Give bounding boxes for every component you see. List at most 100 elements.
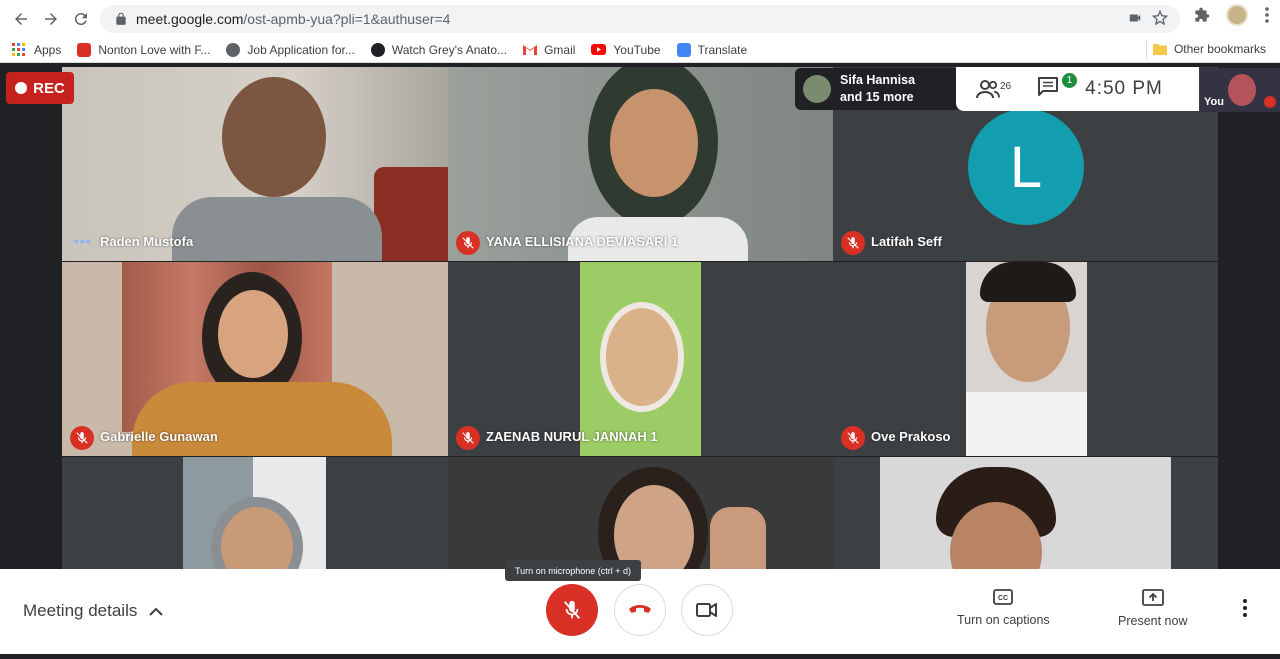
other-participants-chip[interactable]: Sifa Hannisa and 15 more	[795, 68, 960, 110]
gmail-icon	[523, 45, 538, 55]
participant-name: Raden Mustofa	[100, 234, 194, 249]
extensions-icon[interactable]	[1194, 7, 1210, 23]
other-bookmarks[interactable]: Other bookmarks	[1152, 42, 1266, 56]
participant-name: Gabrielle Gunawan	[100, 429, 218, 444]
avatar	[803, 75, 831, 103]
bookmark-separator	[1146, 41, 1147, 59]
translate-icon	[676, 42, 691, 57]
participant-video	[966, 262, 1087, 456]
lock-icon	[116, 12, 126, 25]
camera-toggle-button[interactable]	[681, 584, 733, 636]
chat-icon	[1038, 76, 1059, 96]
meeting-clock: 4:50 PM	[1085, 78, 1163, 99]
reload-button[interactable]	[66, 4, 96, 34]
mic-off-icon	[563, 600, 581, 619]
more-options-button[interactable]	[1242, 599, 1248, 622]
meeting-stage: ••• Raden Mustofa YANA ELLISIANA DEVIASA…	[0, 64, 1280, 569]
forward-button[interactable]	[36, 4, 66, 34]
kebab-menu-icon	[1243, 599, 1247, 617]
camera-icon	[696, 603, 717, 617]
mic-off-icon	[841, 231, 865, 255]
participant-body	[132, 382, 392, 456]
present-screen-icon	[1141, 589, 1164, 606]
people-button[interactable]: 26	[976, 79, 1011, 99]
participant-video	[222, 77, 326, 197]
chevron-up-icon	[149, 607, 164, 616]
mic-off-icon	[456, 426, 480, 450]
bookmark-greys-anatomy[interactable]: Watch Grey's Anato...	[370, 42, 507, 57]
participant-count: 26	[1000, 81, 1012, 92]
back-button[interactable]	[6, 4, 36, 34]
meeting-details-button[interactable]: Meeting details	[23, 601, 164, 621]
speaking-indicator: •••	[74, 233, 92, 249]
mic-off-icon	[70, 426, 94, 450]
participant-name: Latifah Seff	[871, 234, 942, 249]
mic-off-icon	[456, 231, 480, 255]
browser-toolbar: meet.google.com/ost-apmb-yua?pli=1&authu…	[0, 0, 1280, 37]
meeting-info-panel: 26 1 4:50 PM	[956, 67, 1199, 111]
participant-initial-avatar: L	[968, 109, 1084, 225]
self-label: You	[1204, 96, 1224, 108]
camera-in-use-icon[interactable]	[1128, 11, 1142, 25]
participant-face	[218, 290, 288, 378]
participant-name: Ove Prakoso	[871, 429, 951, 444]
participant-tile[interactable]: Gabrielle Gunawan	[62, 262, 448, 456]
participant-hair	[980, 262, 1076, 302]
chair	[374, 167, 448, 261]
url-path: /ost-apmb-yua?pli=1&authuser=4	[243, 11, 451, 27]
participant-face	[610, 89, 698, 197]
leave-call-button[interactable]	[614, 584, 666, 636]
participant-tile[interactable]: ZAENAB NURUL JANNAH 1	[448, 262, 833, 456]
self-video	[1228, 74, 1256, 106]
people-icon	[976, 80, 1000, 99]
self-view-tile[interactable]: You	[1200, 68, 1280, 112]
participant-tile[interactable]: ••• Raden Mustofa	[62, 67, 448, 261]
bookmark-translate[interactable]: Translate	[676, 42, 747, 57]
present-now-button[interactable]: Present now	[1118, 589, 1187, 628]
participant-tile[interactable]: YANA ELLISIANA DEVIASARI 1	[448, 67, 833, 261]
folder-icon	[1152, 44, 1167, 55]
participant-video	[580, 262, 701, 456]
globe-icon	[226, 42, 241, 57]
participant-face	[600, 302, 684, 412]
bookmark-youtube[interactable]: YouTube	[591, 43, 661, 57]
microphone-toggle-button[interactable]	[546, 584, 598, 636]
participant-tile[interactable]	[833, 457, 1218, 569]
mic-off-icon	[841, 426, 865, 450]
present-now-label: Present now	[1118, 614, 1188, 628]
chat-unread-badge: 1	[1062, 73, 1077, 88]
participant-video	[183, 457, 326, 569]
abc-favicon-icon	[370, 42, 385, 57]
taskbar-edge	[0, 654, 1280, 659]
participant-name: YANA ELLISIANA DEVIASARI 1	[486, 234, 679, 249]
youtube-icon	[591, 44, 607, 55]
bookmark-job-application[interactable]: Job Application for...	[226, 42, 355, 57]
back-arrow-icon	[15, 13, 27, 25]
closed-captions-icon: CC	[993, 589, 1014, 605]
kebab-menu-icon[interactable]	[1264, 7, 1270, 23]
captions-label: Turn on captions	[957, 613, 1050, 627]
recording-indicator: REC	[6, 72, 74, 104]
bookmark-apps[interactable]: Apps	[12, 42, 61, 57]
meeting-details-label: Meeting details	[23, 601, 138, 620]
participant-tile[interactable]: Ove Prakoso	[833, 262, 1218, 456]
bookmark-nonton[interactable]: Nonton Love with F...	[77, 42, 210, 57]
control-bar: Meeting details CC Turn on captions Pres…	[0, 569, 1280, 659]
participant-tile[interactable]	[448, 457, 833, 569]
chat-button[interactable]	[1037, 76, 1059, 102]
star-icon[interactable]	[1152, 10, 1168, 26]
red-favicon-icon	[77, 42, 92, 57]
captions-button[interactable]: CC Turn on captions	[957, 589, 1050, 627]
bookmark-gmail[interactable]: Gmail	[523, 43, 575, 57]
profile-avatar[interactable]	[1226, 4, 1248, 26]
forward-arrow-icon	[45, 13, 57, 25]
participant-body	[966, 392, 1087, 456]
mic-tooltip: Turn on microphone (ctrl + d)	[505, 560, 641, 581]
participant-video	[880, 457, 1171, 569]
self-mic-off-icon	[1264, 96, 1276, 108]
address-bar[interactable]: meet.google.com/ost-apmb-yua?pli=1&authu…	[100, 5, 1180, 33]
others-primary-name: Sifa Hannisa	[840, 73, 916, 87]
participant-tile[interactable]	[62, 457, 448, 569]
hang-up-icon	[629, 605, 651, 613]
others-count-text: and 15 more	[840, 90, 914, 104]
